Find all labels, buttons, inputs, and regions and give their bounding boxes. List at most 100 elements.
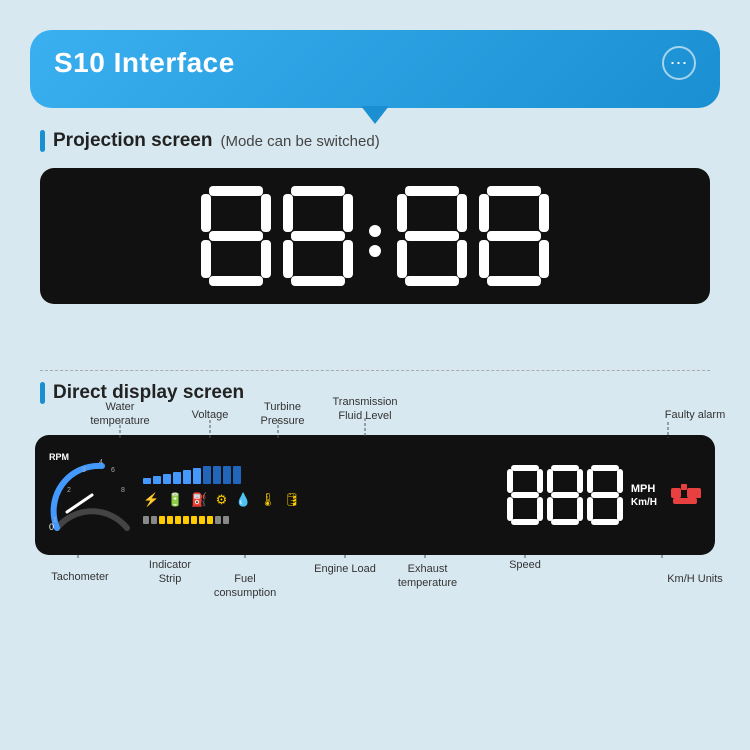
seg-b-2 <box>343 194 353 232</box>
seg-d-3 <box>405 276 459 286</box>
colon-dot-top <box>369 225 381 237</box>
annot-water-temp: Water temperature <box>90 400 150 429</box>
rpm-label: RPM <box>49 452 69 462</box>
svg-text:3: 3 <box>82 467 86 474</box>
section-divider <box>40 370 710 371</box>
rpm-gauge: RPM 0 1 2 3 4 6 8 <box>47 450 137 540</box>
fluid-icon: 💧 <box>235 492 251 508</box>
bar-b4 <box>173 472 181 484</box>
bar-y6 <box>183 516 189 524</box>
bar-y7 <box>191 516 197 524</box>
svg-text:2: 2 <box>67 487 71 494</box>
seg-d-1 <box>209 276 263 286</box>
bar-b5 <box>183 470 191 484</box>
turbine-icon: ⚙ <box>216 492 228 508</box>
annot-turbine: Turbine Pressure <box>255 400 310 429</box>
seg-digit-3 <box>397 186 467 286</box>
section-bar <box>40 130 45 152</box>
oil-icon: 🛢 <box>284 492 301 508</box>
kmh-label: Km/H <box>631 497 657 508</box>
speed-units: MPH Km/H <box>631 483 657 508</box>
seg-digit-1 <box>201 186 271 286</box>
bar-b6 <box>193 468 201 484</box>
seg-a-4 <box>487 186 541 196</box>
section-bar-2 <box>40 382 45 404</box>
battery-icon: 🔋 <box>167 492 183 508</box>
annot-transmission: Transmission Fluid Level <box>330 395 400 424</box>
annot-speed: Speed <box>500 558 550 572</box>
bar-b9 <box>223 466 231 484</box>
seg-c-4 <box>539 240 549 278</box>
annot-indicator-strip: Indicator Strip <box>140 558 200 587</box>
seg-b-4 <box>539 194 549 232</box>
temp-icon: 🌡 <box>259 492 276 508</box>
colon-separator <box>369 225 381 247</box>
seg-g-3 <box>405 231 459 241</box>
projection-section: Projection screen (Mode can be switched) <box>40 130 710 304</box>
speed-digit-1 <box>507 465 543 525</box>
bar-b7 <box>203 466 211 484</box>
annot-faulty: Faulty alarm <box>660 408 730 422</box>
seg-f-2 <box>283 194 293 232</box>
annot-engine-load: Engine Load <box>310 562 380 576</box>
yellow-bar-row <box>143 516 501 524</box>
indicator-area: ⚡ 🔋 ⛽ ⚙ 💧 🌡 🛢 <box>143 466 501 524</box>
annot-kmh-units: Km/H Units <box>660 572 730 586</box>
bar-b10 <box>233 466 241 484</box>
bar-b3 <box>163 474 171 484</box>
faulty-alarm-icon <box>669 480 703 510</box>
speed-digit-2 <box>547 465 583 525</box>
bar-y9 <box>207 516 213 524</box>
bar-y4 <box>167 516 173 524</box>
mph-label: MPH <box>631 483 657 495</box>
annot-voltage: Voltage <box>185 408 235 422</box>
projection-label-sub: (Mode can be switched) <box>220 133 379 150</box>
seg-c-2 <box>343 240 353 278</box>
seg-g-4 <box>487 231 541 241</box>
annot-fuel-consumption: Fuel consumption <box>210 572 280 601</box>
svg-text:8: 8 <box>121 487 125 494</box>
speed-seg-2 <box>547 465 583 525</box>
bar-b2 <box>153 476 161 484</box>
colon-dot-bottom <box>369 245 381 257</box>
bar-b1 <box>143 478 151 484</box>
bar-y5 <box>175 516 181 524</box>
speed-display: MPH Km/H <box>507 465 657 525</box>
header-bubble: S10 Interface ⋯ <box>30 30 720 108</box>
speed-seg-3 <box>587 465 623 525</box>
more-options-button[interactable]: ⋯ <box>662 46 696 80</box>
rpm-arc-svg: 1 2 3 4 6 8 <box>47 450 137 540</box>
seg-d-2 <box>291 276 345 286</box>
seg-d-4 <box>487 276 541 286</box>
bar-y2 <box>151 516 157 524</box>
annot-tachometer: Tachometer <box>45 570 115 584</box>
svg-text:4: 4 <box>99 459 103 466</box>
dashboard-display: RPM 0 1 2 3 4 6 8 <box>35 435 715 555</box>
app-title: S10 Interface <box>54 47 235 79</box>
fuel-icon: ⛽ <box>191 492 207 508</box>
seg-a-1 <box>209 186 263 196</box>
seg-f-4 <box>479 194 489 232</box>
seg-display <box>201 186 549 286</box>
seg-g-1 <box>209 231 263 241</box>
seg-e-2 <box>283 240 293 278</box>
projection-screen <box>40 168 710 304</box>
seg-c-3 <box>457 240 467 278</box>
seg-digit-2 <box>283 186 353 286</box>
seg-e-3 <box>397 240 407 278</box>
seg-digit-4 <box>479 186 549 286</box>
seg-e-1 <box>201 240 211 278</box>
bar-y11 <box>223 516 229 524</box>
seg-f-3 <box>397 194 407 232</box>
blue-bar-row <box>143 466 501 484</box>
svg-text:6: 6 <box>111 467 115 474</box>
seg-e-4 <box>479 240 489 278</box>
projection-label-text: Projection screen <box>53 130 212 152</box>
bar-b8 <box>213 466 221 484</box>
seg-a-3 <box>405 186 459 196</box>
bar-y1 <box>143 516 149 524</box>
annot-exhaust-temp: Exhaust temperature <box>395 562 460 591</box>
seg-g-2 <box>291 231 345 241</box>
seg-c-1 <box>261 240 271 278</box>
speed-digit-3 <box>587 465 623 525</box>
